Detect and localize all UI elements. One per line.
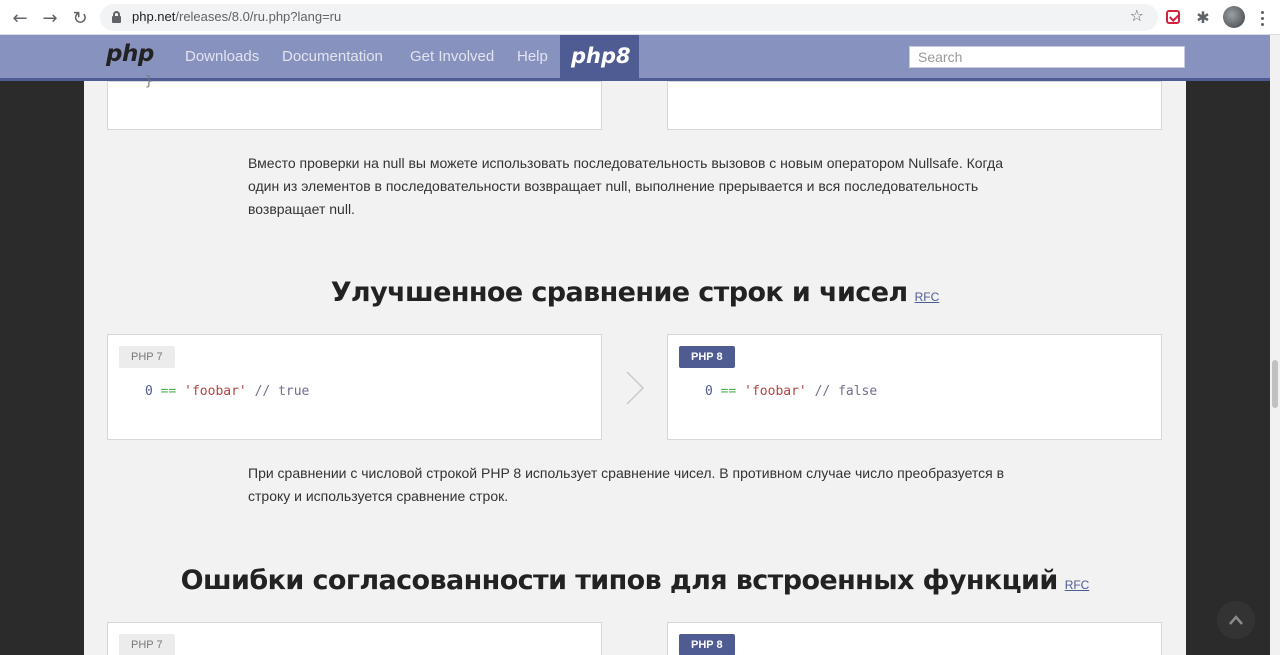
- nav-link-get-involved[interactable]: Get Involved: [410, 48, 494, 65]
- section-heading-comparison: Улучшенное сравнение строк и чисел RFC: [0, 277, 1270, 308]
- profile-avatar[interactable]: [1223, 6, 1245, 28]
- nav-link-documentation[interactable]: Documentation: [282, 48, 383, 65]
- reload-icon[interactable]: ↻: [68, 6, 92, 30]
- nav-php8-tab[interactable]: php8: [560, 35, 639, 81]
- address-bar[interactable]: php.net/releases/8.0/ru.php?lang=ru ☆: [100, 4, 1158, 31]
- rfc-link[interactable]: RFC: [915, 290, 940, 304]
- browser-toolbar: ← → ↻ php.net/releases/8.0/ru.php?lang=r…: [0, 0, 1280, 35]
- code-line: 0 == 'foobar' // false: [705, 384, 877, 399]
- code-card-php7: PHP 7 0 == 'foobar' // true: [107, 334, 602, 440]
- code-card-php8-types: PHP 8: [667, 622, 1162, 655]
- rfc-link[interactable]: RFC: [1065, 578, 1090, 592]
- extensions-puzzle-icon[interactable]: ✱: [1193, 7, 1213, 27]
- section-title: Ошибки согласованности типов для встроен…: [180, 565, 1059, 596]
- url-host: php.net: [132, 9, 176, 24]
- code-operator: ==: [160, 384, 177, 399]
- code-operator: ==: [720, 384, 737, 399]
- code-line: 0 == 'foobar' // true: [145, 384, 309, 399]
- forward-arrow-icon[interactable]: →: [38, 6, 62, 30]
- code-string: 'foobar': [184, 384, 247, 399]
- nav-link-downloads[interactable]: Downloads: [185, 48, 259, 65]
- section-title: Улучшенное сравнение строк и чисел: [330, 277, 909, 308]
- scroll-to-top-button[interactable]: [1217, 601, 1255, 639]
- php-logo[interactable]: php: [106, 41, 154, 67]
- php8-logo: php8: [571, 44, 631, 68]
- bookmark-star-icon[interactable]: ☆: [1130, 6, 1144, 25]
- scrollbar-thumb[interactable]: [1272, 360, 1278, 408]
- pocket-extension-icon[interactable]: [1163, 7, 1183, 27]
- chevron-right-icon: [626, 371, 645, 405]
- comparison-description: При сравнении с числовой строкой PHP 8 и…: [248, 465, 1005, 504]
- code-comment: // false: [814, 384, 878, 399]
- php8-badge: PHP 8: [679, 346, 735, 368]
- page-scrollbar[interactable]: [1270, 35, 1280, 655]
- code-snippet: }: [145, 74, 153, 89]
- back-arrow-icon[interactable]: ←: [8, 6, 32, 30]
- search-input[interactable]: [909, 46, 1185, 68]
- browser-menu-icon[interactable]: [1254, 6, 1270, 30]
- php7-badge: PHP 7: [119, 634, 175, 655]
- nav-link-help[interactable]: Help: [517, 48, 548, 65]
- chevron-up-icon: [1229, 615, 1243, 625]
- code-string: 'foobar': [744, 384, 807, 399]
- code-card-php8-previous: [667, 81, 1162, 130]
- code-comment: // true: [254, 384, 310, 399]
- php8-badge: PHP 8: [679, 634, 735, 655]
- url-path: /releases/8.0/ru.php?lang=ru: [175, 9, 342, 24]
- nullsafe-description: Вместо проверки на null вы можете исполь…: [248, 155, 1003, 217]
- code-number: 0: [145, 384, 153, 399]
- section-heading-type-errors: Ошибки согласованности типов для встроен…: [0, 565, 1270, 596]
- code-card-php7-previous: }: [107, 74, 602, 130]
- php7-badge: PHP 7: [119, 346, 175, 368]
- code-number: 0: [705, 384, 713, 399]
- lock-icon: [112, 11, 121, 23]
- url-text[interactable]: php.net/releases/8.0/ru.php?lang=ru: [132, 9, 341, 24]
- code-card-php7-types: PHP 7: [107, 622, 602, 655]
- site-navbar: php Downloads Documentation Get Involved…: [0, 35, 1270, 81]
- code-card-php8: PHP 8 0 == 'foobar' // false: [667, 334, 1162, 440]
